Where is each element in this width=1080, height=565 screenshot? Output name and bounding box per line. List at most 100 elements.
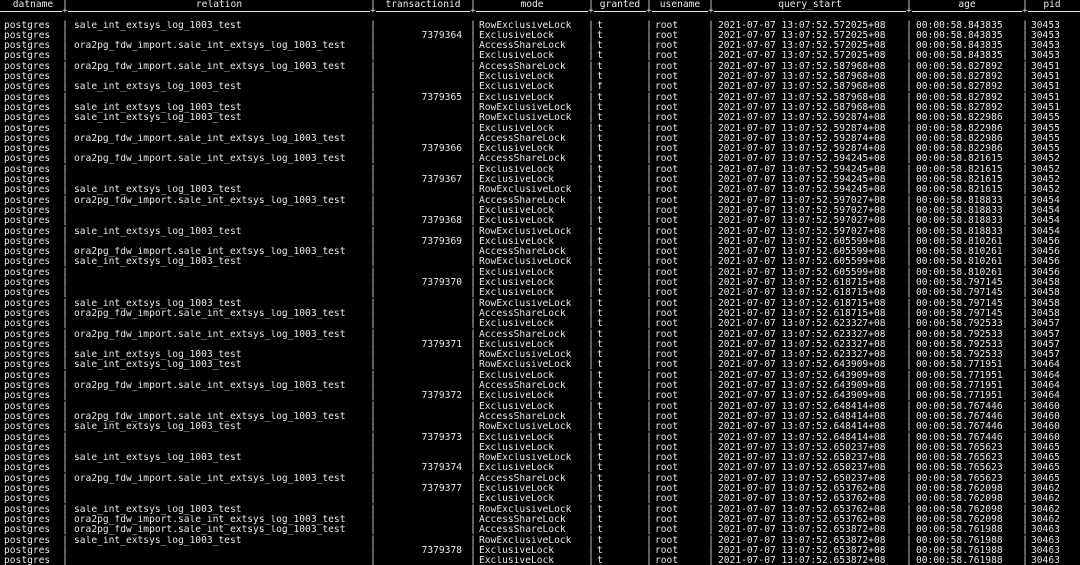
usename-cell: root: [655, 278, 679, 288]
transactionid-cell: 7379374: [421, 463, 462, 474]
usename-cell: root: [655, 288, 679, 299]
table-row: postgres ExclusiveLock t root 2021-07-07 13:…: [0, 287, 1080, 299]
age-cell: 00:00:58.827892: [916, 72, 1003, 82]
usename-cell: root: [655, 484, 679, 494]
relation-cell: ora2pg_fdw_import.sale_int_extsys_log_10…: [74, 247, 346, 258]
mode-cell: ExclusiveLock: [479, 92, 555, 103]
transactionid-cell: 7379370: [421, 278, 462, 288]
pid-cell: 30464: [1031, 370, 1060, 381]
query-start-cell: 2021-07-07 13:07:52.597027+08: [718, 216, 886, 227]
granted-cell: t: [597, 51, 603, 62]
granted-cell: t: [597, 133, 603, 144]
datname-cell: postgres: [4, 308, 51, 319]
usename-cell: root: [655, 329, 679, 340]
relation-cell: ora2pg_fdw_import.sale_int_extsys_log_10…: [74, 411, 346, 422]
datname-cell: postgres: [4, 556, 51, 565]
query-start-cell: 2021-07-07 13:07:52.643909+08: [718, 391, 886, 402]
usename-cell: root: [655, 514, 679, 525]
table-row: postgres ora2pg_fdw_import.sale_int_extsy…: [0, 514, 1080, 525]
usename-cell: root: [655, 185, 679, 196]
query-start-cell: 2021-07-07 13:07:52.653872+08: [718, 545, 886, 556]
usename-cell: root: [655, 339, 679, 350]
relation-cell: sale_int_extsys_log_1003_test: [74, 257, 242, 268]
usename-cell: root: [655, 205, 679, 216]
column-separator: |: [62, 524, 68, 536]
relation-cell: sale_int_extsys_log_1003_test: [74, 453, 242, 464]
granted-cell: t: [597, 391, 603, 402]
query-start-cell: 2021-07-07 13:07:52.572025+08: [718, 20, 886, 31]
usename-cell: root: [655, 391, 679, 402]
table-row: postgres ora2pg_fdw_import.sale_int_extsy…: [0, 40, 1080, 51]
column-separator: |: [470, 318, 476, 330]
mode-cell: AccessShareLock: [479, 514, 566, 525]
transactionid-cell: 7379373: [421, 432, 462, 443]
datname-cell: postgres: [4, 453, 51, 464]
pid-cell: 30460: [1031, 401, 1060, 412]
usename-cell: root: [655, 556, 679, 565]
query-start-cell: 2021-07-07 13:07:52.650237+08: [718, 453, 886, 464]
granted-cell: t: [597, 432, 603, 443]
datname-cell: postgres: [4, 401, 51, 412]
pid-cell: 30452: [1031, 185, 1060, 196]
mode-cell: ExclusiveLock: [479, 463, 555, 474]
usename-cell: root: [655, 535, 679, 546]
column-separator: |: [906, 421, 912, 433]
granted-cell: t: [597, 144, 603, 155]
age-cell: 00:00:58.767446: [916, 401, 1003, 412]
table-row: postgres sale_int_extsys_log_1003_test Row…: [0, 226, 1080, 237]
age-cell: 00:00:58.792533: [916, 319, 1003, 330]
granted-cell: t: [597, 514, 603, 525]
datname-cell: postgres: [4, 494, 51, 505]
datname-cell: postgres: [4, 226, 51, 237]
usename-cell: root: [655, 154, 679, 165]
pid-cell: 30464: [1031, 381, 1060, 391]
datname-cell: postgres: [4, 267, 51, 278]
usename-cell: root: [655, 92, 679, 103]
datname-cell: postgres: [4, 61, 51, 72]
mode-cell: ExclusiveLock: [479, 442, 555, 453]
granted-cell: t: [597, 463, 603, 474]
query-start-cell: 2021-07-07 13:07:52.605599+08: [718, 257, 886, 268]
age-cell: 00:00:58.792533: [916, 339, 1003, 350]
column-separator: |: [1022, 318, 1028, 330]
datname-cell: postgres: [4, 216, 51, 227]
column-separator: |: [588, 318, 594, 330]
table-row: postgres ora2pg_fdw_import.sale_int_extsy…: [0, 61, 1080, 72]
granted-cell: t: [597, 164, 603, 175]
age-cell: 00:00:58.765623: [916, 453, 1003, 464]
datname-cell: postgres: [4, 72, 51, 82]
granted-cell: t: [597, 535, 603, 546]
query-start-cell: 2021-07-07 13:07:52.653762+08: [718, 504, 886, 515]
relation-cell: ora2pg_fdw_import.sale_int_extsys_log_10…: [74, 514, 346, 525]
granted-cell: t: [597, 154, 603, 165]
column-separator: |: [470, 421, 476, 433]
usename-cell: root: [655, 504, 679, 515]
column-separator: |: [470, 555, 476, 565]
pid-cell: 30451: [1031, 72, 1060, 82]
relation-cell: ora2pg_fdw_import.sale_int_extsys_log_10…: [74, 133, 346, 144]
table-row: postgres 7379372 ExclusiveLock t root 2021-07…: [0, 390, 1080, 402]
mode-cell: ExclusiveLock: [479, 164, 555, 175]
usename-cell: root: [655, 164, 679, 175]
pid-cell: 30465: [1031, 473, 1060, 484]
mode-cell: RowExclusiveLock: [479, 504, 572, 515]
pid-cell: 30456: [1031, 236, 1060, 247]
mode-cell: ExclusiveLock: [479, 370, 555, 381]
column-separator: |: [906, 215, 912, 227]
granted-cell: t: [597, 298, 603, 309]
transactionid-cell: 7379366: [421, 144, 462, 155]
granted-cell: t: [597, 473, 603, 484]
transactionid-cell: 7379365: [421, 92, 462, 103]
pid-cell: 30455: [1031, 123, 1060, 134]
datname-cell: postgres: [4, 360, 51, 371]
mode-cell: RowExclusiveLock: [479, 453, 572, 464]
age-cell: 00:00:58.822986: [916, 113, 1003, 124]
relation-cell: ora2pg_fdw_import.sale_int_extsys_log_10…: [74, 154, 346, 165]
column-separator: |: [906, 318, 912, 330]
column-separator: |: [370, 421, 376, 433]
usename-cell: root: [655, 82, 679, 93]
pid-cell: 30452: [1031, 154, 1060, 165]
age-cell: 00:00:58.761988: [916, 556, 1003, 565]
column-separator: |: [708, 524, 714, 536]
table-row: postgres 7379370 ExclusiveLock t root 2021-07…: [0, 277, 1080, 288]
